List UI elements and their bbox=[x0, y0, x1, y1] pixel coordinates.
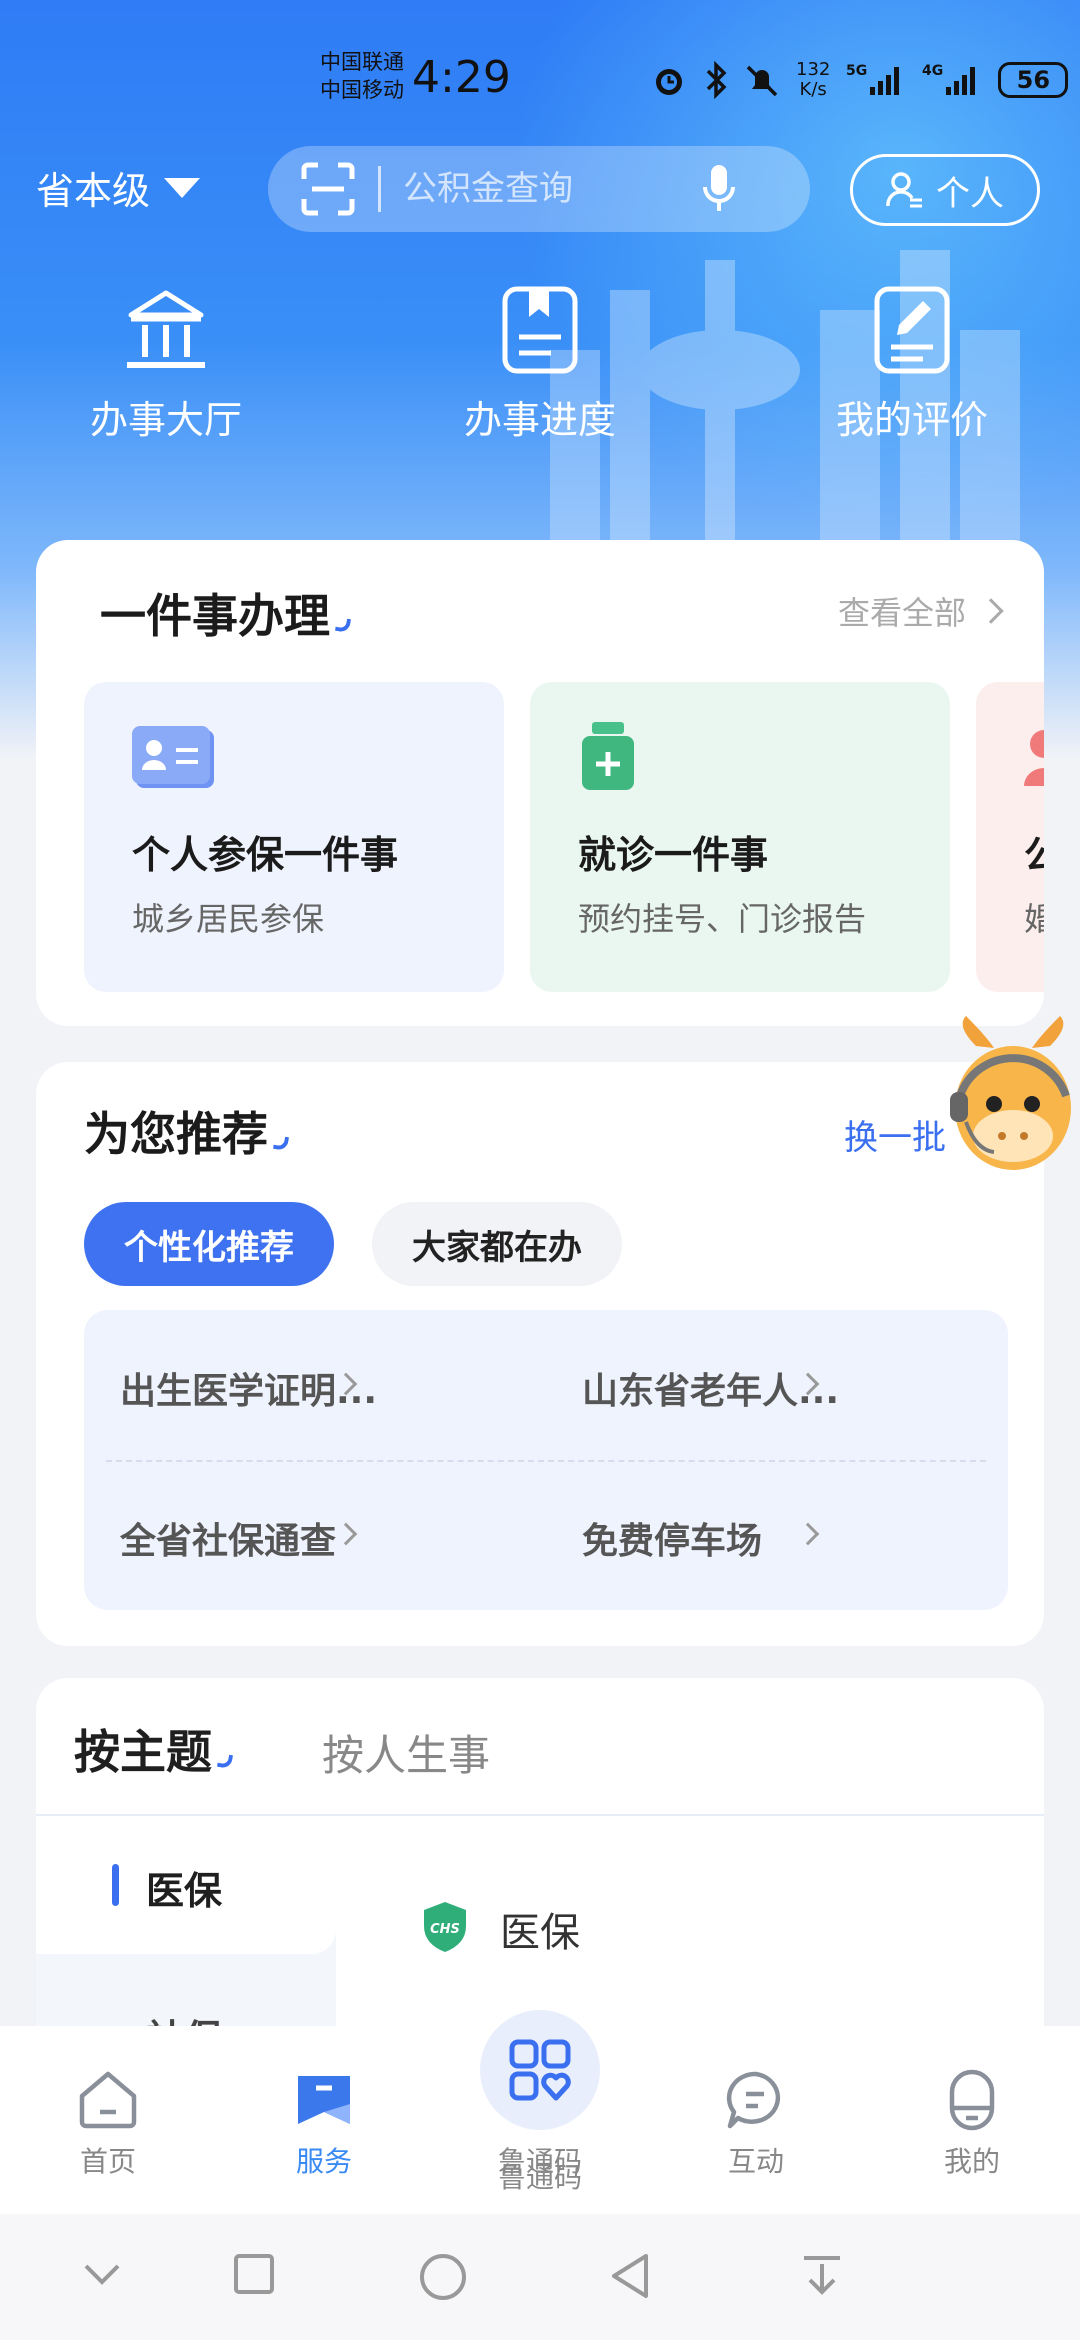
one-thing-title: 一件事办理 bbox=[100, 580, 352, 646]
status-bar: 中国联通 中国移动 4:29 132 K/s 5G 4G 56 bbox=[0, 0, 1080, 150]
bluetooth-icon bbox=[706, 61, 727, 99]
nav-lutong-label: 鲁通码 bbox=[497, 2145, 582, 2178]
edit-document-icon bbox=[874, 286, 950, 374]
clock: 4:29 bbox=[412, 52, 511, 103]
search-input[interactable] bbox=[403, 169, 693, 209]
case-card-subtitle: 婚 bbox=[1024, 900, 1044, 938]
recommend-item[interactable]: 免费停车场 bbox=[582, 1512, 762, 1564]
microphone-icon[interactable] bbox=[699, 161, 739, 217]
user-icon bbox=[949, 2069, 995, 2131]
recommend-title: 为您推荐 bbox=[84, 1098, 290, 1164]
region-label: 省本级 bbox=[36, 169, 151, 213]
back-triangle-icon[interactable] bbox=[608, 2252, 652, 2300]
quick-entry-label: 我的评价 bbox=[835, 398, 988, 442]
region-selector[interactable]: 省本级 bbox=[36, 160, 201, 215]
nav-mine[interactable]: 我的 bbox=[892, 2068, 1052, 2180]
view-all-label: 查看全部 bbox=[837, 594, 966, 632]
case-card-partial[interactable]: 公 婚 bbox=[976, 682, 1044, 992]
net-speed: 132 K/s bbox=[796, 59, 831, 100]
medical-insurance-shield-icon: CHS bbox=[424, 1902, 466, 1952]
sidebar-item-medical-insurance[interactable]: 医保 bbox=[146, 1860, 222, 1915]
case-card-medical[interactable]: 就诊一件事 预约挂号、门诊报告 bbox=[530, 682, 950, 992]
quick-entry-label: 办事进度 bbox=[463, 398, 616, 442]
bookmark-document-icon bbox=[502, 286, 578, 374]
tab-by-life-event[interactable]: 按人生事 bbox=[322, 1722, 490, 1783]
search-separator bbox=[378, 166, 381, 212]
grid-divider bbox=[106, 1460, 986, 1462]
medicine-bottle-icon bbox=[582, 722, 634, 790]
service-icon bbox=[298, 2076, 350, 2124]
chevron-down-icon[interactable] bbox=[80, 2252, 124, 2296]
alarm-icon bbox=[656, 69, 682, 95]
recommend-card: 为您推荐 换一批 个性化推荐 大家都在办 出生医学证明... 山东省老年人...… bbox=[36, 1062, 1044, 1646]
active-indicator bbox=[112, 1864, 119, 1906]
home-circle-icon[interactable] bbox=[418, 2252, 468, 2302]
nav-label: 我的 bbox=[943, 2145, 1000, 2178]
carrier-1: 中国联通 bbox=[320, 50, 404, 74]
notification-pull-icon[interactable] bbox=[800, 2252, 844, 2300]
recommend-item[interactable]: 全省社保通查 bbox=[120, 1512, 336, 1564]
id-card-icon bbox=[132, 726, 214, 788]
svg-text:4G: 4G bbox=[922, 63, 943, 79]
search-bar[interactable] bbox=[268, 146, 810, 232]
case-card-title: 个人参保一件事 bbox=[132, 833, 399, 877]
home-icon bbox=[79, 2071, 137, 2129]
carrier-labels: 中国联通 中国移动 bbox=[320, 48, 404, 104]
nav-interaction[interactable]: 互动 bbox=[676, 2068, 836, 2180]
tab-popular[interactable]: 大家都在办 bbox=[372, 1202, 622, 1286]
recommend-grid: 出生医学证明... 山东省老年人... 全省社保通查 免费停车场 bbox=[84, 1310, 1008, 1610]
quick-entry-evaluation[interactable]: 我的评价 bbox=[792, 285, 1032, 444]
nav-home[interactable]: 首页 bbox=[28, 2068, 188, 2180]
personal-label: 个人 bbox=[936, 173, 1004, 214]
nav-label: 互动 bbox=[727, 2145, 784, 2178]
case-card-subtitle: 预约挂号、门诊报告 bbox=[578, 900, 867, 938]
nav-service[interactable]: 服务 bbox=[244, 2068, 404, 2180]
nav-label: 首页 bbox=[79, 2145, 136, 2178]
signal-5g-icon: 5G bbox=[846, 63, 900, 95]
person-icon bbox=[1024, 730, 1044, 786]
quick-entry-service-hall[interactable]: 办事大厅 bbox=[46, 285, 286, 444]
chat-bubble-icon bbox=[726, 2071, 781, 2129]
lutong-code-button[interactable] bbox=[480, 2010, 600, 2130]
view-all-link[interactable]: 查看全部 bbox=[837, 588, 1004, 634]
topic-content-title: 医保 bbox=[500, 1910, 580, 1956]
carrier-2: 中国移动 bbox=[320, 78, 404, 102]
quick-entry-label: 办事大厅 bbox=[89, 398, 242, 442]
mute-bell-icon bbox=[746, 65, 778, 97]
chevron-right-icon bbox=[978, 598, 1004, 624]
battery-indicator: 56 bbox=[998, 62, 1069, 98]
svg-text:5G: 5G bbox=[846, 63, 867, 79]
svg-text:CHS: CHS bbox=[430, 1922, 460, 1937]
dropdown-triangle-icon bbox=[164, 177, 201, 198]
tab-by-theme[interactable]: 按主题 bbox=[74, 1716, 234, 1782]
recent-apps-icon[interactable] bbox=[232, 2252, 276, 2296]
nav-label: 服务 bbox=[295, 2145, 352, 2178]
tab-personalized[interactable]: 个性化推荐 bbox=[84, 1202, 334, 1286]
signal-4g-icon: 4G bbox=[922, 63, 976, 95]
quick-entry-progress[interactable]: 办事进度 bbox=[420, 285, 660, 444]
scan-icon[interactable] bbox=[300, 161, 356, 217]
user-switch-icon bbox=[886, 172, 922, 208]
case-card-title: 就诊一件事 bbox=[578, 833, 769, 877]
case-card-title: 公 bbox=[1024, 833, 1044, 877]
case-card-insurance[interactable]: 个人参保一件事 城乡居民参保 bbox=[84, 682, 504, 992]
personal-button[interactable]: 个人 bbox=[850, 154, 1040, 226]
assistant-mascot-icon[interactable] bbox=[946, 1016, 1080, 1196]
one-thing-card: 一件事办理 查看全部 个人参保一件事 城乡居民参保 就诊一件事 预约挂号、门诊报… bbox=[36, 540, 1044, 1026]
government-building-icon bbox=[127, 290, 205, 368]
chevron-right-icon bbox=[334, 1522, 358, 1546]
system-navigation-bar bbox=[0, 2214, 1080, 2340]
chevron-right-icon bbox=[796, 1522, 820, 1546]
refresh-batch-button[interactable]: 换一批 bbox=[844, 1110, 946, 1159]
case-card-subtitle: 城乡居民参保 bbox=[132, 900, 325, 938]
code-grid-icon bbox=[509, 2039, 571, 2101]
